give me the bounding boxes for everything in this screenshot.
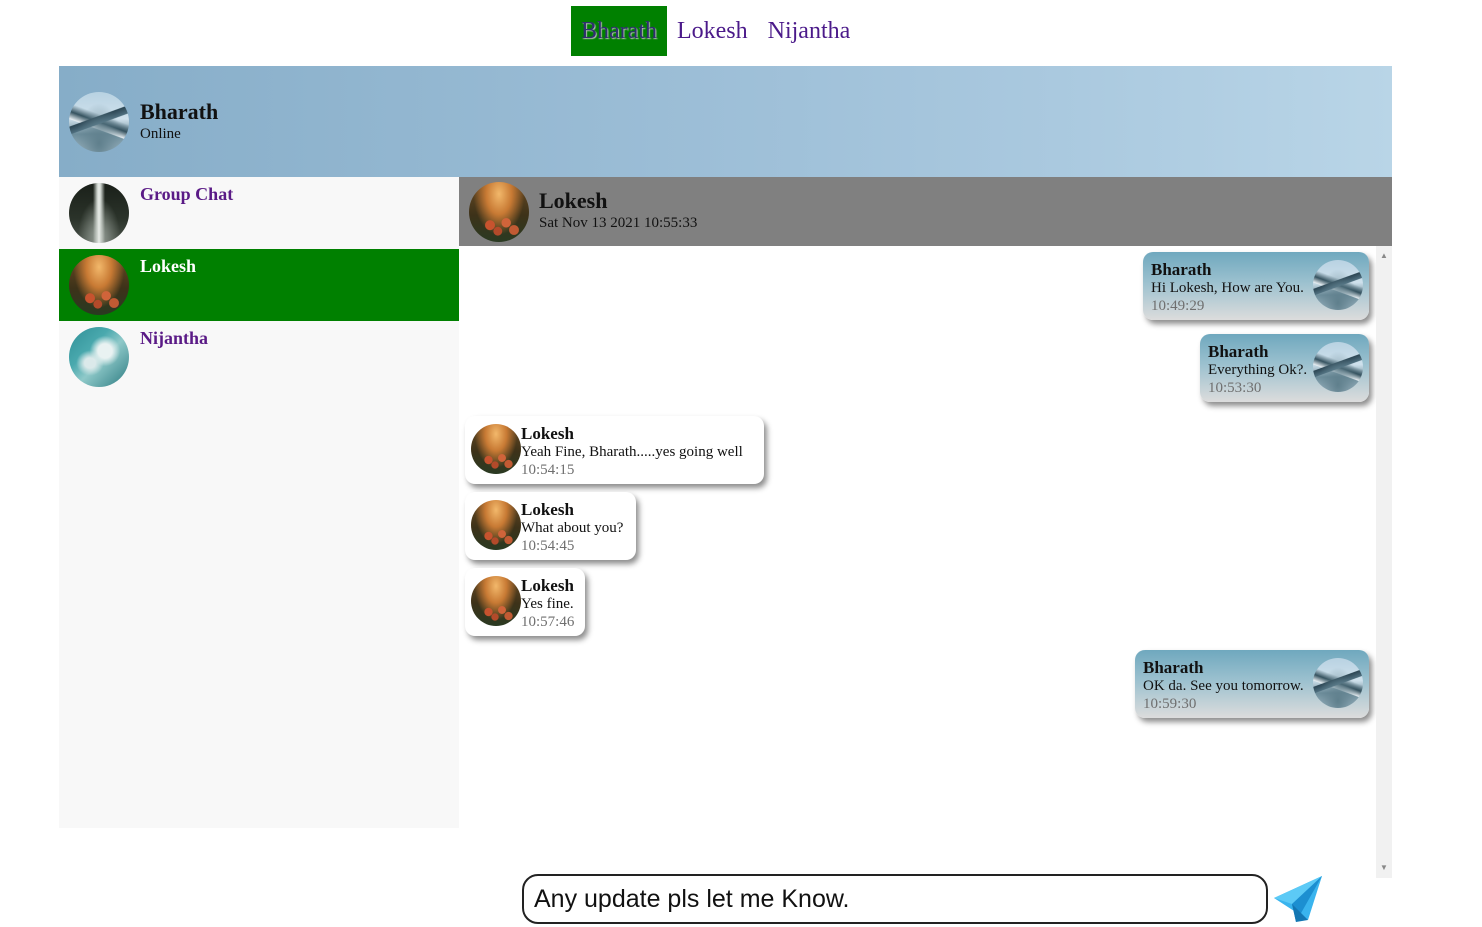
message-bubble-incoming: Lokesh Yes fine. 10:57:46 — [465, 568, 585, 636]
tab-bharath[interactable]: Bharath — [571, 6, 667, 56]
current-user-status: Online — [140, 126, 181, 142]
sender-avatar — [471, 424, 521, 474]
group-chat-avatar — [69, 183, 129, 243]
tab-lokesh[interactable]: Lokesh — [667, 6, 758, 56]
message-author: Bharath — [1143, 658, 1204, 677]
sender-avatar — [1313, 342, 1363, 392]
sender-avatar — [1313, 658, 1363, 708]
message-time: 10:54:15 — [521, 462, 575, 478]
sender-avatar — [471, 576, 521, 626]
message-time: 10:54:45 — [521, 538, 575, 554]
message-bubble-incoming: Lokesh Yeah Fine, Bharath.....yes going … — [465, 416, 764, 484]
scroll-down-arrow-icon[interactable]: ▼ — [1376, 860, 1392, 876]
message-author: Lokesh — [521, 576, 574, 595]
current-user-name: Bharath — [140, 99, 219, 124]
sender-avatar — [471, 500, 521, 550]
chat-partner-avatar — [469, 182, 529, 242]
message-text: OK da. See you tomorrow. — [1143, 678, 1304, 694]
message-bubble-outgoing: Bharath Hi Lokesh, How are You. 10:49:29 — [1143, 252, 1369, 320]
contact-nijantha[interactable]: Nijantha — [59, 321, 459, 393]
contact-group-chat[interactable]: Group Chat — [59, 177, 459, 249]
paper-plane-icon[interactable] — [1272, 874, 1324, 926]
sender-avatar — [1313, 260, 1363, 310]
message-text: Everything Ok?. — [1208, 362, 1308, 378]
contact-lokesh[interactable]: Lokesh — [59, 249, 459, 321]
user-tabs: Bharath Lokesh Nijantha — [571, 6, 860, 56]
message-author: Bharath — [1208, 342, 1269, 361]
message-time: 10:53:30 — [1208, 380, 1262, 396]
chat-partner-name: Lokesh — [539, 188, 608, 213]
message-bubble-outgoing: Bharath Everything Ok?. 10:53:30 — [1200, 334, 1369, 402]
tab-nijantha[interactable]: Nijantha — [758, 6, 861, 56]
contact-list: Group Chat Lokesh Nijantha — [59, 177, 459, 828]
messages-scrollbar[interactable]: ▲ ▼ — [1376, 246, 1392, 878]
message-list[interactable]: Bharath Hi Lokesh, How are You. 10:49:29… — [459, 246, 1376, 876]
scroll-up-arrow-icon[interactable]: ▲ — [1376, 248, 1392, 264]
message-bubble-outgoing: Bharath OK da. See you tomorrow. 10:59:3… — [1135, 650, 1369, 718]
message-text: What about you? — [521, 520, 624, 536]
message-time: 10:59:30 — [1143, 696, 1197, 712]
message-bubble-incoming: Lokesh What about you? 10:54:45 — [465, 492, 636, 560]
contact-name: Lokesh — [140, 256, 197, 276]
message-author: Bharath — [1151, 260, 1212, 279]
chat-date: Sat Nov 13 2021 10:55:33 — [539, 215, 698, 231]
message-text: Yeah Fine, Bharath.....yes going well — [521, 444, 743, 460]
contact-name: Group Chat — [140, 184, 234, 204]
message-time: 10:57:46 — [521, 614, 575, 630]
profile-header: Bharath Online — [59, 66, 1392, 177]
message-author: Lokesh — [521, 424, 574, 443]
message-input[interactable] — [522, 874, 1268, 924]
lokesh-avatar — [69, 255, 129, 315]
message-text: Yes fine. — [521, 596, 574, 612]
current-user-avatar — [69, 92, 129, 152]
chat-header: Lokesh Sat Nov 13 2021 10:55:33 — [459, 177, 1392, 246]
message-author: Lokesh — [521, 500, 574, 519]
nijantha-avatar — [69, 327, 129, 387]
message-time: 10:49:29 — [1151, 298, 1205, 314]
contact-name: Nijantha — [140, 328, 209, 348]
message-text: Hi Lokesh, How are You. — [1151, 280, 1304, 296]
